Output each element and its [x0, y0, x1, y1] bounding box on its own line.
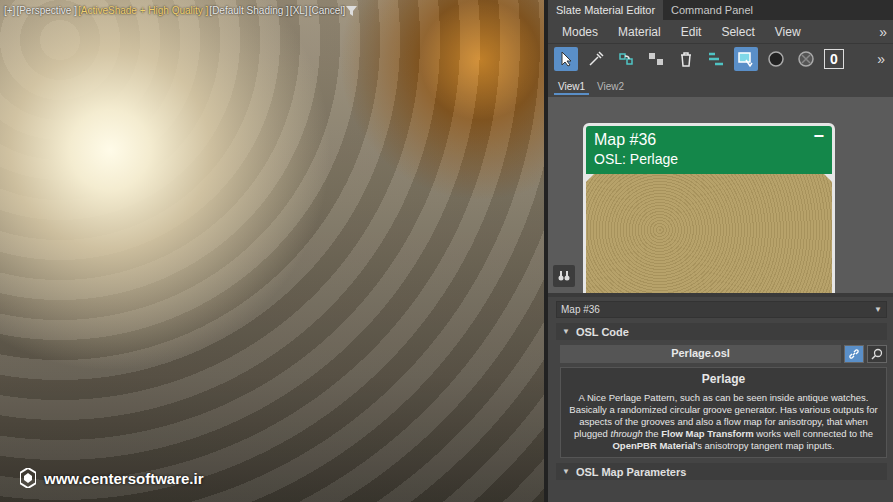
map-preview	[586, 174, 832, 297]
viewport-label[interactable]: [Perspective ]	[16, 5, 77, 17]
view-tab[interactable]: View2	[593, 80, 628, 95]
panel-tab[interactable]: Slate Material Editor	[548, 0, 663, 20]
binoculars-icon	[558, 270, 570, 282]
tool-button[interactable]	[794, 47, 818, 71]
tool-button[interactable]	[734, 47, 758, 71]
select-icon	[557, 50, 575, 68]
panel-tab[interactable]: Command Panel	[663, 0, 761, 20]
tool-button[interactable]	[614, 47, 638, 71]
node-header: Map #36OSL: Perlage−	[586, 126, 832, 174]
viewport-labels: [+][Perspective ][ActiveShade + High Qua…	[4, 5, 357, 17]
viewport-label[interactable]: [XL]	[290, 5, 308, 17]
menu-item[interactable]: Edit	[671, 25, 712, 39]
put-icon	[617, 50, 635, 68]
tool-button[interactable]	[764, 47, 788, 71]
watermark: www.centersoftware.ir	[20, 468, 204, 488]
menu-item[interactable]: Material	[608, 25, 671, 39]
menu-item[interactable]: Select	[711, 25, 764, 39]
file-row: Perlage.osl	[560, 345, 887, 363]
delete-icon	[677, 50, 695, 68]
viewport[interactable]: [+][Perspective ][ActiveShade + High Qua…	[0, 0, 544, 502]
checker-icon	[797, 50, 815, 68]
search-button[interactable]	[867, 345, 887, 363]
tool-button[interactable]	[584, 47, 608, 71]
app: [+][Perspective ][ActiveShade + High Qua…	[0, 0, 893, 502]
collapse-button[interactable]: −	[813, 126, 824, 147]
viewport-label[interactable]: [ActiveShade + High Quality ]	[78, 5, 208, 17]
eyedropper-icon	[587, 50, 605, 68]
tool-button[interactable]	[554, 47, 578, 71]
toolbar-overflow[interactable]: »	[877, 51, 887, 67]
viewport-label[interactable]: [+]	[4, 5, 15, 17]
menu-item[interactable]: Modes	[552, 25, 608, 39]
assign-icon	[647, 50, 665, 68]
logo-icon	[20, 468, 36, 488]
node-view[interactable]: Map #36OSL: Perlage−	[548, 97, 893, 297]
toolbar: 0»	[548, 44, 893, 74]
navigator-button[interactable]	[553, 265, 575, 287]
link-icon	[848, 348, 860, 360]
panel-tabs: Slate Material EditorCommand Panel	[548, 0, 893, 20]
background-icon	[767, 50, 785, 68]
count-badge: 0	[824, 49, 844, 69]
rollout-header[interactable]: ▼OSL Map Parameters	[556, 463, 887, 480]
rollout-body: Perlage.osl PerlageA Nice Perlage Pattern…	[556, 345, 887, 458]
file-button[interactable]: Perlage.osl	[560, 345, 841, 363]
link-button[interactable]	[844, 345, 864, 363]
filter-icon[interactable]	[346, 6, 357, 16]
viewport-label[interactable]: [Cancel]	[309, 5, 346, 17]
menu-item[interactable]: View	[765, 25, 811, 39]
showmap-icon	[737, 50, 755, 68]
description: PerlageA Nice Perlage Pattern, such as c…	[560, 367, 887, 458]
parameters: Map #36▼ ▼OSL Code Perlage.osl PerlageA Nic…	[548, 297, 893, 502]
map-name-field[interactable]: Map #36▼	[556, 301, 887, 318]
menu-overflow[interactable]: »	[879, 24, 889, 40]
material-node[interactable]: Map #36OSL: Perlage−	[583, 123, 835, 297]
rollout-header[interactable]: ▼OSL Code	[556, 323, 887, 340]
tool-button[interactable]	[644, 47, 668, 71]
viewport-label[interactable]: [Default Shading ]	[209, 5, 289, 17]
view-tabs: View1 View2	[548, 74, 893, 97]
tool-button[interactable]	[704, 47, 728, 71]
view-tab[interactable]: View1	[554, 80, 589, 95]
menu-bar: ModesMaterialEditSelectView »	[548, 20, 893, 44]
slate-material-editor: Slate Material EditorCommand PanelModesM…	[548, 0, 893, 502]
search-icon	[871, 348, 883, 360]
tool-button[interactable]	[674, 47, 698, 71]
layout-icon	[707, 50, 725, 68]
